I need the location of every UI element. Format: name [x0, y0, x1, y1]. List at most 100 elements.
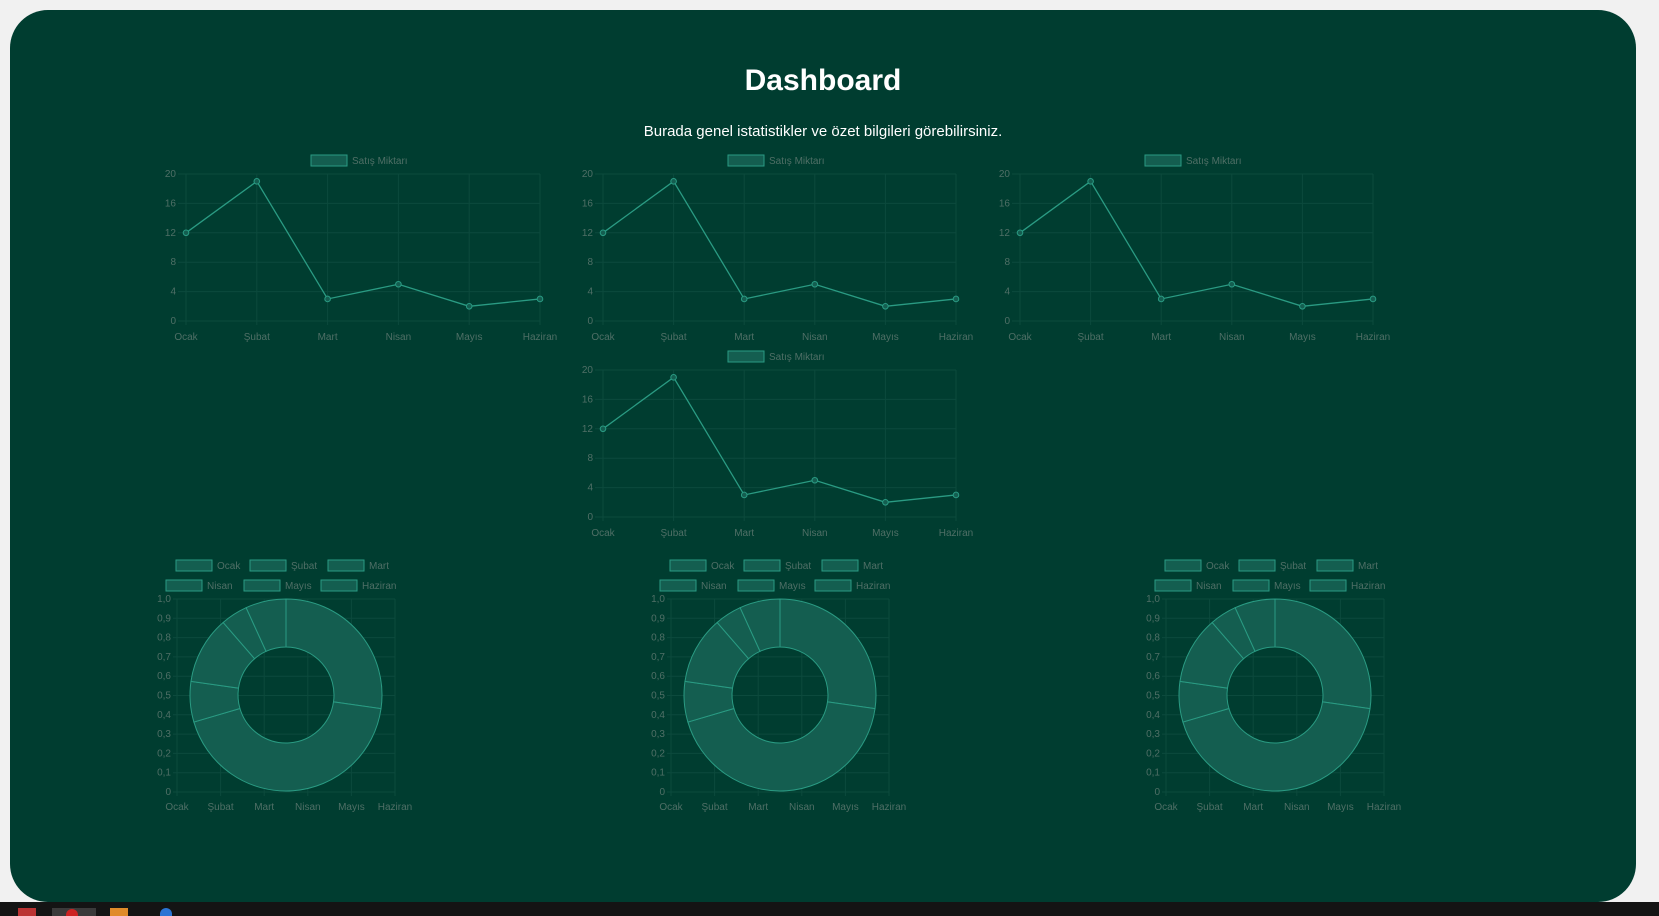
y-tick-label: 12 — [582, 424, 594, 435]
x-tick-label: Ocak — [659, 802, 683, 813]
y-tick-label: 0 — [170, 316, 176, 327]
edge-icon[interactable] — [160, 908, 172, 916]
legend-label: Mayıs — [1274, 581, 1301, 592]
x-tick-label: Haziran — [939, 528, 973, 539]
x-tick-label: Mart — [734, 528, 754, 539]
y-tick-label: 4 — [170, 287, 176, 298]
y-tick-label: 0,4 — [651, 710, 665, 721]
legend-swatch — [1238, 559, 1276, 572]
y-tick-label: 8 — [170, 257, 176, 268]
chart-legend: Ocak Şubat Mart Nisan Mayıs Haziran — [165, 559, 396, 592]
y-tick-label: 0,2 — [651, 748, 665, 759]
legend-swatch — [727, 154, 765, 167]
x-tick-label: Mayıs — [1289, 332, 1316, 343]
legend-label: Satış Miktarı — [769, 352, 825, 363]
data-point — [952, 491, 960, 499]
x-tick-label: Nisan — [802, 332, 828, 343]
data-point — [1369, 295, 1377, 303]
pie-slice — [1274, 598, 1372, 710]
legend-label: Ocak — [217, 561, 241, 572]
data-point — [599, 229, 607, 237]
legend-swatch — [659, 579, 697, 592]
x-tick-label: Haziran — [939, 332, 973, 343]
x-tick-label: Ocak — [165, 802, 189, 813]
legend-swatch — [243, 579, 281, 592]
y-tick-label: 16 — [582, 198, 594, 209]
legend-label: Satış Miktarı — [352, 156, 408, 167]
data-point — [1157, 295, 1165, 303]
x-tick-label: Şubat — [702, 802, 728, 813]
x-tick-label: Nisan — [386, 332, 412, 343]
y-tick-label: 20 — [999, 169, 1011, 180]
x-tick-label: Haziran — [378, 802, 412, 813]
x-tick-label: Haziran — [1367, 802, 1401, 813]
legend-swatch — [1164, 559, 1202, 572]
y-tick-label: 8 — [1004, 257, 1010, 268]
chart-4: Satış Miktarı 0 4 8 12 16 20 Ocak Şubat Mart Nisan… — [582, 350, 973, 539]
data-point — [465, 303, 473, 310]
chart-7: Ocak Şubat Mart Nisan Mayıs Haziran 0 0,1 0,2 0,3… — [1146, 559, 1401, 813]
y-tick-label: 20 — [165, 169, 177, 180]
x-tick-label: Şubat — [1197, 802, 1223, 813]
data-point — [395, 280, 402, 288]
data-point — [952, 295, 960, 303]
charts-canvas: Satış Miktarı 0 4 8 12 16 20 Ocak Şubat Mart Nisan… — [157, 154, 1401, 813]
y-tick-label: 0,9 — [1146, 613, 1160, 624]
x-tick-label: Nisan — [1219, 332, 1245, 343]
legend-label: Satış Miktarı — [1186, 156, 1242, 167]
legend-swatch — [737, 579, 775, 592]
folder-icon[interactable] — [110, 908, 128, 916]
series-line — [602, 180, 957, 307]
pie-slice — [779, 598, 877, 710]
legend-label: Mayıs — [779, 581, 806, 592]
legend-label: Mart — [863, 561, 883, 572]
x-tick-label: Mayıs — [872, 332, 899, 343]
legend-label: Haziran — [1351, 581, 1385, 592]
chart-3: Satış Miktarı 0 4 8 12 16 20 Ocak Şubat Mart Nisan… — [999, 154, 1390, 343]
legend-label: Mart — [1358, 561, 1378, 572]
x-tick-label: Haziran — [1356, 332, 1390, 343]
y-tick-label: 0,2 — [1146, 748, 1160, 759]
y-tick-label: 1,0 — [157, 594, 171, 605]
data-point — [740, 491, 748, 499]
x-tick-label: Şubat — [244, 332, 270, 343]
y-tick-label: 0,8 — [157, 633, 171, 644]
y-tick-label: 0 — [659, 787, 665, 798]
legend-label: Satış Miktarı — [769, 156, 825, 167]
data-point — [882, 303, 889, 310]
legend-label: Ocak — [711, 561, 735, 572]
x-tick-label: Nisan — [1284, 802, 1310, 813]
app-icon-red[interactable] — [18, 908, 36, 916]
y-tick-label: 4 — [587, 483, 593, 494]
y-tick-label: 0,6 — [1146, 671, 1160, 682]
data-point — [1228, 280, 1236, 288]
y-tick-label: 12 — [582, 228, 594, 239]
x-tick-label: Mayıs — [832, 802, 859, 813]
y-tick-label: 4 — [1004, 287, 1010, 298]
legend-swatch — [727, 350, 765, 363]
x-tick-label: Nisan — [295, 802, 321, 813]
chart-5: Ocak Şubat Mart Nisan Mayıs Haziran 0 0,1 0,2 0,3… — [157, 559, 412, 813]
data-point — [670, 178, 677, 185]
x-tick-label: Nisan — [802, 528, 828, 539]
browser-icon[interactable] — [52, 908, 96, 916]
legend-swatch — [1232, 579, 1270, 592]
x-tick-label: Mart — [748, 802, 768, 813]
y-tick-label: 0,5 — [1146, 691, 1160, 702]
data-point — [182, 229, 190, 237]
data-point — [811, 476, 819, 484]
x-tick-label: Haziran — [523, 332, 557, 343]
y-tick-label: 16 — [582, 394, 594, 405]
chart-legend: Ocak Şubat Mart Nisan Mayıs Haziran — [659, 559, 890, 592]
y-tick-label: 12 — [165, 228, 177, 239]
legend-swatch — [175, 559, 213, 572]
y-tick-label: 16 — [999, 198, 1011, 209]
y-tick-label: 16 — [165, 198, 177, 209]
x-tick-label: Şubat — [208, 802, 234, 813]
chart-1: Satış Miktarı 0 4 8 12 16 20 Ocak Şubat Mart Nisan… — [165, 154, 557, 343]
y-tick-label: 0,1 — [651, 768, 665, 779]
y-tick-label: 20 — [582, 365, 594, 376]
y-tick-label: 0 — [1004, 316, 1010, 327]
legend-swatch — [327, 559, 365, 572]
chart-legend: Satış Miktarı — [310, 154, 408, 167]
